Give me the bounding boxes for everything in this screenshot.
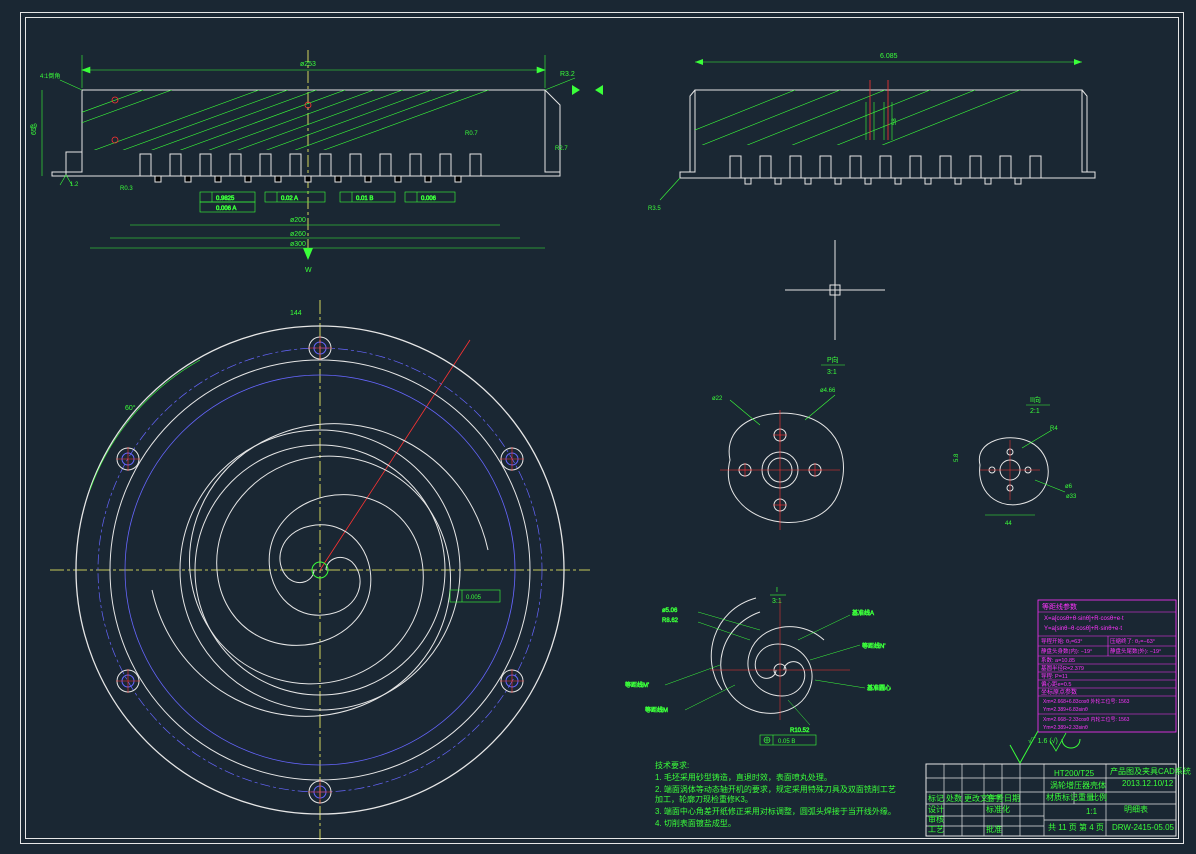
scale-31-b: 3:1	[772, 598, 782, 605]
svg-text:HT200/T25: HT200/T25	[1054, 769, 1095, 778]
svg-text:2013.12.10/12: 2013.12.10/12	[1122, 779, 1174, 788]
svg-text:1:1: 1:1	[1086, 807, 1098, 816]
svg-text:ø5.06: ø5.06	[662, 608, 678, 614]
gdt4: 0.01 B	[356, 196, 373, 202]
dim-chamfer: 4:1倒角	[40, 72, 60, 80]
svg-text:√¯ 1.6 (√): √¯ 1.6 (√)	[1028, 737, 1058, 745]
param-table: 等距线参数 X=a[cosθ+θ·sinθ]+R·cosθ+e·t Y=a[si…	[1038, 600, 1176, 732]
svg-text:静盘头身数(内): −19°: 静盘头身数(内): −19°	[1041, 647, 1092, 655]
svg-text:压缩终了: θ₂=−63°: 压缩终了: θ₂=−63°	[1110, 637, 1155, 645]
circle-spiral-view: 60° 144 0.005	[50, 300, 590, 840]
svg-text:系数: a=10.85: 系数: a=10.85	[1041, 656, 1075, 664]
scale-31-a: 3:1	[827, 369, 837, 376]
svg-text:X=a[cosθ+θ·sinθ]+R·cosθ+e·t: X=a[cosθ+θ·sinθ]+R·cosθ+e·t	[1044, 616, 1124, 622]
spiral-detail: I 3:1 R8.62 ø5.06 等距线M 等距线M' 基准线A 等距线N' …	[625, 587, 891, 745]
svg-text:导程开始: θ₁=63°: 导程开始: θ₁=63°	[1041, 637, 1083, 645]
svg-text:产品图及夹具CAD系统: 产品图及夹具CAD系统	[1110, 766, 1191, 776]
dim-d466: ø4.66	[820, 388, 836, 394]
svg-text:R8.62: R8.62	[662, 618, 679, 624]
svg-text:DRW-2415-05.05: DRW-2415-05.05	[1112, 823, 1175, 832]
section-w: W	[305, 267, 312, 274]
svg-text:等距线M: 等距线M	[645, 706, 668, 714]
label-ii: II向	[1030, 395, 1041, 404]
dim-r35: R3.5	[648, 206, 661, 212]
svg-text:技术要求:: 技术要求:	[655, 760, 689, 770]
svg-text:日期: 日期	[1004, 794, 1020, 803]
roughness-global: √¯ 1.6 (√)	[1010, 731, 1080, 763]
title-block: 标记 处数 更改文件号 签字 日期 设计 审核 工艺 标准化 批准 HT200/…	[926, 764, 1191, 836]
dim-r144: 144	[290, 310, 302, 317]
svg-text:导程: P=11: 导程: P=11	[1041, 672, 1068, 680]
svg-text:等距线M': 等距线M'	[625, 681, 649, 689]
svg-text:1. 毛坯采用砂型铸造，直退时效，表面喷丸处理。: 1. 毛坯采用砂型铸造，直退时效，表面喷丸处理。	[655, 772, 832, 782]
gdt1: 0.9825	[216, 196, 235, 202]
gdt3: 0.02 A	[281, 196, 298, 202]
svg-text:标记: 标记	[928, 793, 944, 803]
svg-text:共 11 页 第 4 页: 共 11 页 第 4 页	[1048, 822, 1104, 832]
dim-r27: R2.7	[555, 146, 568, 152]
svg-text:涡轮增压器壳体: 涡轮增压器壳体	[1050, 780, 1106, 790]
svg-text:基圆半径R=2.379: 基圆半径R=2.379	[1041, 664, 1084, 672]
dim-r07: R0.7	[465, 131, 478, 137]
svg-text:材质标记: 材质标记	[1046, 792, 1078, 802]
svg-text:Xm=2.668+6.83cosθ 外轮工位号: 1563: Xm=2.668+6.83cosθ 外轮工位号: 1563	[1043, 698, 1130, 705]
svg-text:等距线参数: 等距线参数	[1042, 602, 1077, 611]
svg-text:Ym=2.389+6.83sinθ: Ym=2.389+6.83sinθ	[1043, 707, 1088, 713]
svg-text:Xm=2.668−2.33cosθ 内轮工位号: 1563: Xm=2.668−2.33cosθ 内轮工位号: 1563	[1043, 716, 1130, 723]
dim-44: 44	[1005, 521, 1012, 527]
dim-d253: ø253	[300, 61, 316, 68]
dim-d22: ø22	[712, 396, 723, 402]
flange-detail: ø22 ø4.66	[712, 388, 843, 530]
gdt5: 0.006	[421, 196, 437, 202]
svg-text:批准: 批准	[986, 824, 1002, 834]
dim-r4: R4	[1050, 426, 1058, 432]
svg-text:工艺: 工艺	[928, 825, 944, 834]
svg-text:3. 端面中心角差开纸修正采用对标调整，圆弧头焊接于当开线外: 3. 端面中心角差开纸修正采用对标调整，圆弧头焊接于当开线外缘。	[655, 806, 896, 816]
svg-text:静盘头尾数(外): −19°: 静盘头尾数(外): −19°	[1110, 647, 1161, 655]
dim-d300: ø300	[290, 241, 306, 248]
svg-text:明细表: 明细表	[1124, 804, 1148, 814]
svg-text:1.2: 1.2	[70, 182, 79, 188]
scale-21: 2:1	[1030, 408, 1040, 415]
svg-text:基准圆心: 基准圆心	[867, 684, 891, 692]
top-left-section: ø253 R3.2 4:1倒角 65 ø9 R0.3 R0.7 R2.7 1.2…	[0, 0, 680, 274]
dim-d6: ø6	[1065, 484, 1073, 490]
dim-d33: ø33	[1066, 494, 1077, 500]
svg-text:Ym=2.389+2.33sinθ: Ym=2.389+2.33sinθ	[1043, 725, 1088, 731]
dim-d260: ø260	[290, 231, 306, 238]
svg-text:坐标原点参数: 坐标原点参数	[1041, 688, 1077, 696]
svg-text:等距线N': 等距线N'	[862, 642, 885, 650]
gdt2: 0.006 A	[216, 206, 236, 212]
view-i: I	[776, 587, 778, 594]
view-p: P向	[827, 355, 839, 364]
svg-text:Y=a[sinθ−θ·cosθ]+R·sinθ+e·t: Y=a[sinθ−θ·cosθ]+R·sinθ+e·t	[1044, 626, 1122, 632]
dim-len: 6.085	[880, 53, 898, 60]
top-right-section: 6.085 58 R3.5	[620, 0, 1196, 212]
dim-r03: R0.3	[120, 186, 133, 192]
dim-r32: R3.2	[560, 71, 575, 78]
gdt-circle: 0.005	[466, 595, 482, 601]
svg-text:设计: 设计	[928, 804, 944, 814]
svg-text:R10.52: R10.52	[790, 728, 810, 734]
svg-text:偏心距e=0.5: 偏心距e=0.5	[1041, 680, 1071, 688]
svg-text:基准线A: 基准线A	[852, 609, 874, 617]
gdt-spiral: 0.05 B	[778, 739, 795, 745]
svg-text:审核: 审核	[928, 814, 944, 824]
svg-text:加工，轮廓刀现检重修K3。: 加工，轮廓刀现检重修K3。	[655, 794, 753, 804]
svg-text:比例: 比例	[1091, 792, 1107, 802]
dim-60deg: 60°	[125, 404, 136, 412]
detail-ii: II向 2:1 R4 ø6 ø33 5.8 44	[954, 395, 1077, 527]
dim-h58: 58	[892, 118, 898, 125]
tech-requirements: 技术要求: 1. 毛坯采用砂型铸造，直退时效，表面喷丸处理。 2. 端面涡体等动…	[655, 760, 896, 828]
svg-text:4. 切削表面镀盐成型。: 4. 切削表面镀盐成型。	[655, 818, 736, 828]
crosshair-marker: P向 3:1	[785, 240, 885, 376]
cad-drawing: ø253 R3.2 4:1倒角 65 ø9 R0.3 R0.7 R2.7 1.2…	[0, 0, 1196, 854]
svg-text:签字: 签字	[986, 793, 1002, 803]
svg-text:2. 端面涡体等动态轴开机的要求，规定采用特殊刀具及双面铣削: 2. 端面涡体等动态轴开机的要求，规定采用特殊刀具及双面铣削工艺	[655, 784, 896, 794]
dim-d200: ø200	[290, 217, 306, 224]
svg-text:处数: 处数	[946, 793, 962, 803]
dim-h58b: 5.8	[954, 453, 960, 462]
dim-d9: ø9	[30, 124, 38, 130]
svg-text:标准化: 标准化	[986, 804, 1010, 814]
